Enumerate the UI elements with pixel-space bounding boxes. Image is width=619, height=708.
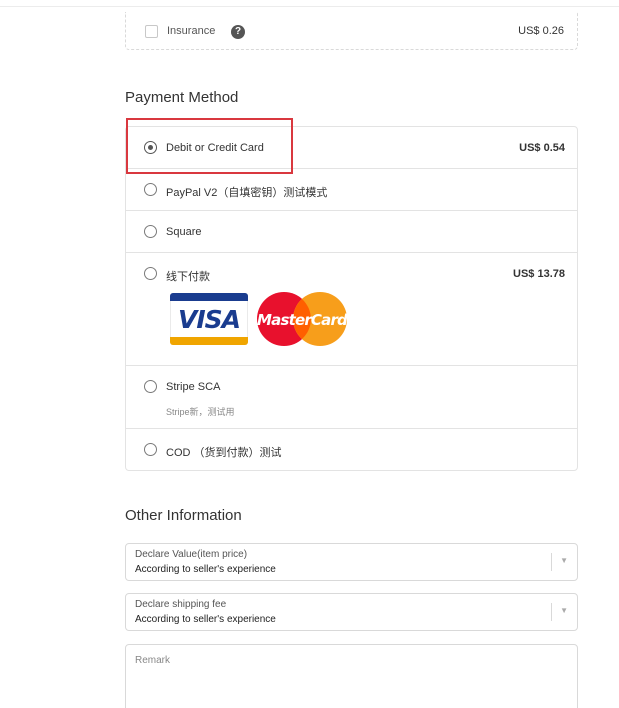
payment-option-price: US$ 0.54 <box>519 142 565 154</box>
payment-option-offline[interactable]: 线下付款 US$ 13.78 VISA MasterCard <box>126 253 577 366</box>
radio-offline[interactable] <box>144 267 157 280</box>
radio-cod[interactable] <box>144 443 157 456</box>
declare-shipping-select[interactable]: Declare shipping fee According to seller… <box>125 593 578 631</box>
remark-textarea[interactable] <box>125 644 578 708</box>
payment-option-price: US$ 13.78 <box>513 268 565 280</box>
payment-option-cod[interactable]: COD （货到付款）测试 <box>126 429 577 470</box>
help-icon[interactable]: ? <box>231 25 245 39</box>
chevron-down-icon[interactable]: ▼ <box>560 606 568 615</box>
payment-option-label: PayPal V2（自填密钥）测试模式 <box>166 187 328 199</box>
insurance-checkbox[interactable] <box>145 25 158 38</box>
payment-option-square[interactable]: Square <box>126 211 577 253</box>
selection-highlight <box>126 118 293 174</box>
mastercard-logo-text: MasterCard <box>257 311 348 329</box>
payment-option-label: 线下付款 <box>166 271 210 283</box>
radio-stripe[interactable] <box>144 380 157 393</box>
payment-option-label: COD （货到付款）测试 <box>166 447 282 459</box>
payment-option-description: Stripe新，测试用 <box>166 407 235 417</box>
checkout-page: Insurance ? US$ 0.26 Payment Method Debi… <box>0 0 619 708</box>
select-divider <box>551 553 552 571</box>
payment-method-title: Payment Method <box>125 89 239 106</box>
payment-option-paypal[interactable]: PayPal V2（自填密钥）测试模式 <box>126 169 577 211</box>
visa-logo: VISA <box>170 293 248 345</box>
payment-option-label: Square <box>166 226 202 238</box>
top-divider <box>0 6 619 7</box>
payment-option-label: Stripe SCA <box>166 381 221 393</box>
declare-value-select[interactable]: Declare Value(item price) According to s… <box>125 543 578 581</box>
insurance-row: Insurance ? US$ 0.26 <box>125 12 578 50</box>
declare-shipping-label: Declare shipping fee <box>135 599 227 610</box>
mastercard-logo: MasterCard <box>257 292 348 346</box>
visa-logo-text: VISA <box>177 305 241 334</box>
radio-square[interactable] <box>144 225 157 238</box>
declare-value-label: Declare Value(item price) <box>135 549 248 560</box>
select-divider <box>551 603 552 621</box>
payment-option-stripe[interactable]: Stripe SCA Stripe新，测试用 <box>126 366 577 429</box>
chevron-down-icon[interactable]: ▼ <box>560 556 568 565</box>
declare-value-value: According to seller's experience <box>135 564 276 575</box>
insurance-label: Insurance <box>167 25 216 37</box>
insurance-price: US$ 0.26 <box>518 25 564 37</box>
payment-method-list: Debit or Credit Card US$ 0.54 PayPal V2（… <box>125 126 578 471</box>
radio-paypal[interactable] <box>144 183 157 196</box>
other-information-title: Other Information <box>125 507 242 524</box>
declare-shipping-value: According to seller's experience <box>135 614 276 625</box>
